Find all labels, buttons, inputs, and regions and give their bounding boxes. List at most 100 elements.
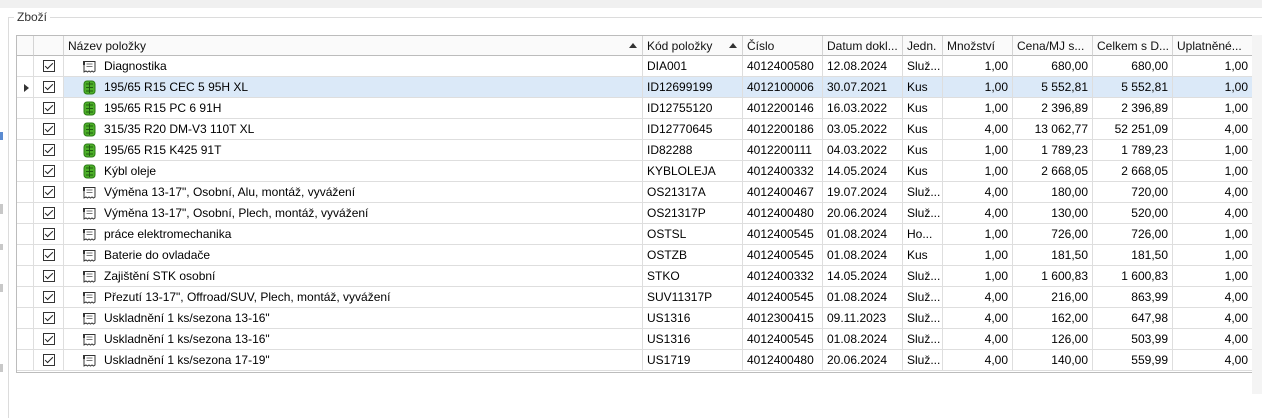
col-number: 4012400545 — [743, 224, 823, 245]
table-row[interactable]: Výměna 13-17", Osobní, Plech, montáž, vy… — [17, 203, 1262, 224]
col-name: Zajištění STK osobní — [64, 266, 643, 287]
row-checkbox[interactable] — [43, 354, 55, 366]
col-total: 5 552,81 — [1093, 77, 1173, 98]
col-number: 4012400467 — [743, 182, 823, 203]
col-check[interactable] — [34, 140, 64, 161]
row-checkbox[interactable] — [43, 207, 55, 219]
row-checkbox[interactable] — [43, 249, 55, 261]
table-row[interactable]: Uskladnění 1 ks/sezona 13-16" US1316 40124… — [17, 329, 1262, 350]
sort-ascending-icon — [729, 43, 737, 48]
col-check[interactable] — [34, 266, 64, 287]
col-check[interactable] — [34, 308, 64, 329]
col-unit: Kus — [903, 140, 943, 161]
header-unit[interactable]: Jedn. — [903, 36, 943, 56]
col-code: OS21317A — [643, 182, 743, 203]
col-price: 181,50 — [1013, 245, 1093, 266]
row-checkbox[interactable] — [43, 144, 55, 156]
row-checkbox[interactable] — [43, 102, 55, 114]
table-row[interactable]: Kýbl oleje KYBLOLEJA 4012400332 14.05.2024 K… — [17, 161, 1262, 182]
col-applied: 1,00 — [1173, 98, 1253, 119]
col-check[interactable] — [34, 56, 64, 77]
col-qty: 1,00 — [943, 98, 1013, 119]
col-applied: 4,00 — [1173, 203, 1253, 224]
item-name: Přezutí 13-17", Offroad/SUV, Plech, mont… — [104, 290, 391, 304]
header-date[interactable]: Datum dokl... — [823, 36, 903, 56]
col-qty: 4,00 — [943, 308, 1013, 329]
table-row[interactable]: Výměna 13-17", Osobní, Alu, montáž, vyvá… — [17, 182, 1262, 203]
row-checkbox[interactable] — [43, 60, 55, 72]
col-applied: 4,00 — [1173, 350, 1253, 371]
col-qty: 1,00 — [943, 161, 1013, 182]
col-date: 04.03.2022 — [823, 140, 903, 161]
item-name: Uskladnění 1 ks/sezona 13-16" — [104, 311, 270, 325]
table-row[interactable]: 195/65 R15 PC 6 91H ID12755120 4012200146 1… — [17, 98, 1262, 119]
row-checkbox[interactable] — [43, 228, 55, 240]
col-total: 726,00 — [1093, 224, 1173, 245]
col-check[interactable] — [34, 224, 64, 245]
col-check[interactable] — [34, 287, 64, 308]
col-price: 162,00 — [1013, 308, 1093, 329]
table-row[interactable]: Uskladnění 1 ks/sezona 17-19" US1719 40124… — [17, 350, 1262, 371]
col-unit: Kus — [903, 119, 943, 140]
header-check[interactable] — [34, 36, 64, 56]
table-row[interactable]: Zajištění STK osobní STKO 4012400332 14.05.… — [17, 266, 1262, 287]
col-qty: 4,00 — [943, 119, 1013, 140]
header-code[interactable]: Kód položky — [643, 36, 743, 56]
service-icon — [82, 248, 97, 263]
table-row[interactable]: Uskladnění 1 ks/sezona 13-16" US1316 40123… — [17, 308, 1262, 329]
col-check[interactable] — [34, 161, 64, 182]
header-name[interactable]: Název položky — [64, 36, 643, 56]
row-checkbox[interactable] — [43, 165, 55, 177]
table-row[interactable]: 195/65 R15 CEC 5 95H XL ID12699199 4012100… — [17, 77, 1262, 98]
header-total[interactable]: Celkem s D... — [1093, 36, 1173, 56]
table-row[interactable]: 195/65 R15 K425 91T ID82288 4012200111 04.0… — [17, 140, 1262, 161]
header-qty[interactable]: Množství — [943, 36, 1013, 56]
col-name: Uskladnění 1 ks/sezona 13-16" — [64, 329, 643, 350]
goods-grid[interactable]: Název položky Kód položky Číslo Datum dokl.… — [16, 35, 1262, 373]
col-date: 14.05.2024 — [823, 161, 903, 182]
row-checkbox[interactable] — [43, 312, 55, 324]
col-price: 1 600,83 — [1013, 266, 1093, 287]
row-checkbox[interactable] — [43, 270, 55, 282]
col-indicator — [17, 245, 34, 266]
header-label: Číslo — [747, 39, 775, 53]
header-label: Jedn. — [907, 39, 937, 53]
tire-icon — [82, 80, 97, 95]
service-icon — [82, 59, 97, 74]
col-unit: Ho... — [903, 224, 943, 245]
col-price: 130,00 — [1013, 203, 1093, 224]
row-checkbox[interactable] — [43, 186, 55, 198]
table-row[interactable]: 315/35 R20 DM-V3 110T XL ID12770645 401220… — [17, 119, 1262, 140]
col-name: Kýbl oleje — [64, 161, 643, 182]
col-code: US1316 — [643, 329, 743, 350]
col-check[interactable] — [34, 329, 64, 350]
col-check[interactable] — [34, 119, 64, 140]
col-check[interactable] — [34, 350, 64, 371]
row-checkbox[interactable] — [43, 81, 55, 93]
header-number[interactable]: Číslo — [743, 36, 823, 56]
col-date: 01.08.2024 — [823, 245, 903, 266]
header-price[interactable]: Cena/MJ s... — [1013, 36, 1093, 56]
table-row[interactable]: práce elektromechanika OSTSL 4012400545 01.… — [17, 224, 1262, 245]
item-name: Baterie do ovladače — [104, 248, 211, 262]
table-row[interactable]: Přezutí 13-17", Offroad/SUV, Plech, mont… — [17, 287, 1262, 308]
service-icon — [82, 311, 97, 326]
header-applied[interactable]: Uplatněné... — [1173, 36, 1253, 56]
col-check[interactable] — [34, 98, 64, 119]
row-checkbox[interactable] — [43, 291, 55, 303]
col-indicator — [17, 287, 34, 308]
col-price: 216,00 — [1013, 287, 1093, 308]
row-checkbox[interactable] — [43, 123, 55, 135]
table-row[interactable]: Baterie do ovladače OSTZB 4012400545 01.08.… — [17, 245, 1262, 266]
table-row[interactable]: Diagnostika DIA001 4012400580 12.08.2024 Slu… — [17, 56, 1262, 77]
col-check[interactable] — [34, 182, 64, 203]
col-check[interactable] — [34, 245, 64, 266]
col-unit: Služ... — [903, 350, 943, 371]
header-indicator[interactable] — [17, 36, 34, 56]
row-checkbox[interactable] — [43, 333, 55, 345]
col-qty: 4,00 — [943, 350, 1013, 371]
col-price: 140,00 — [1013, 350, 1093, 371]
col-check[interactable] — [34, 203, 64, 224]
col-price: 126,00 — [1013, 329, 1093, 350]
col-check[interactable] — [34, 77, 64, 98]
